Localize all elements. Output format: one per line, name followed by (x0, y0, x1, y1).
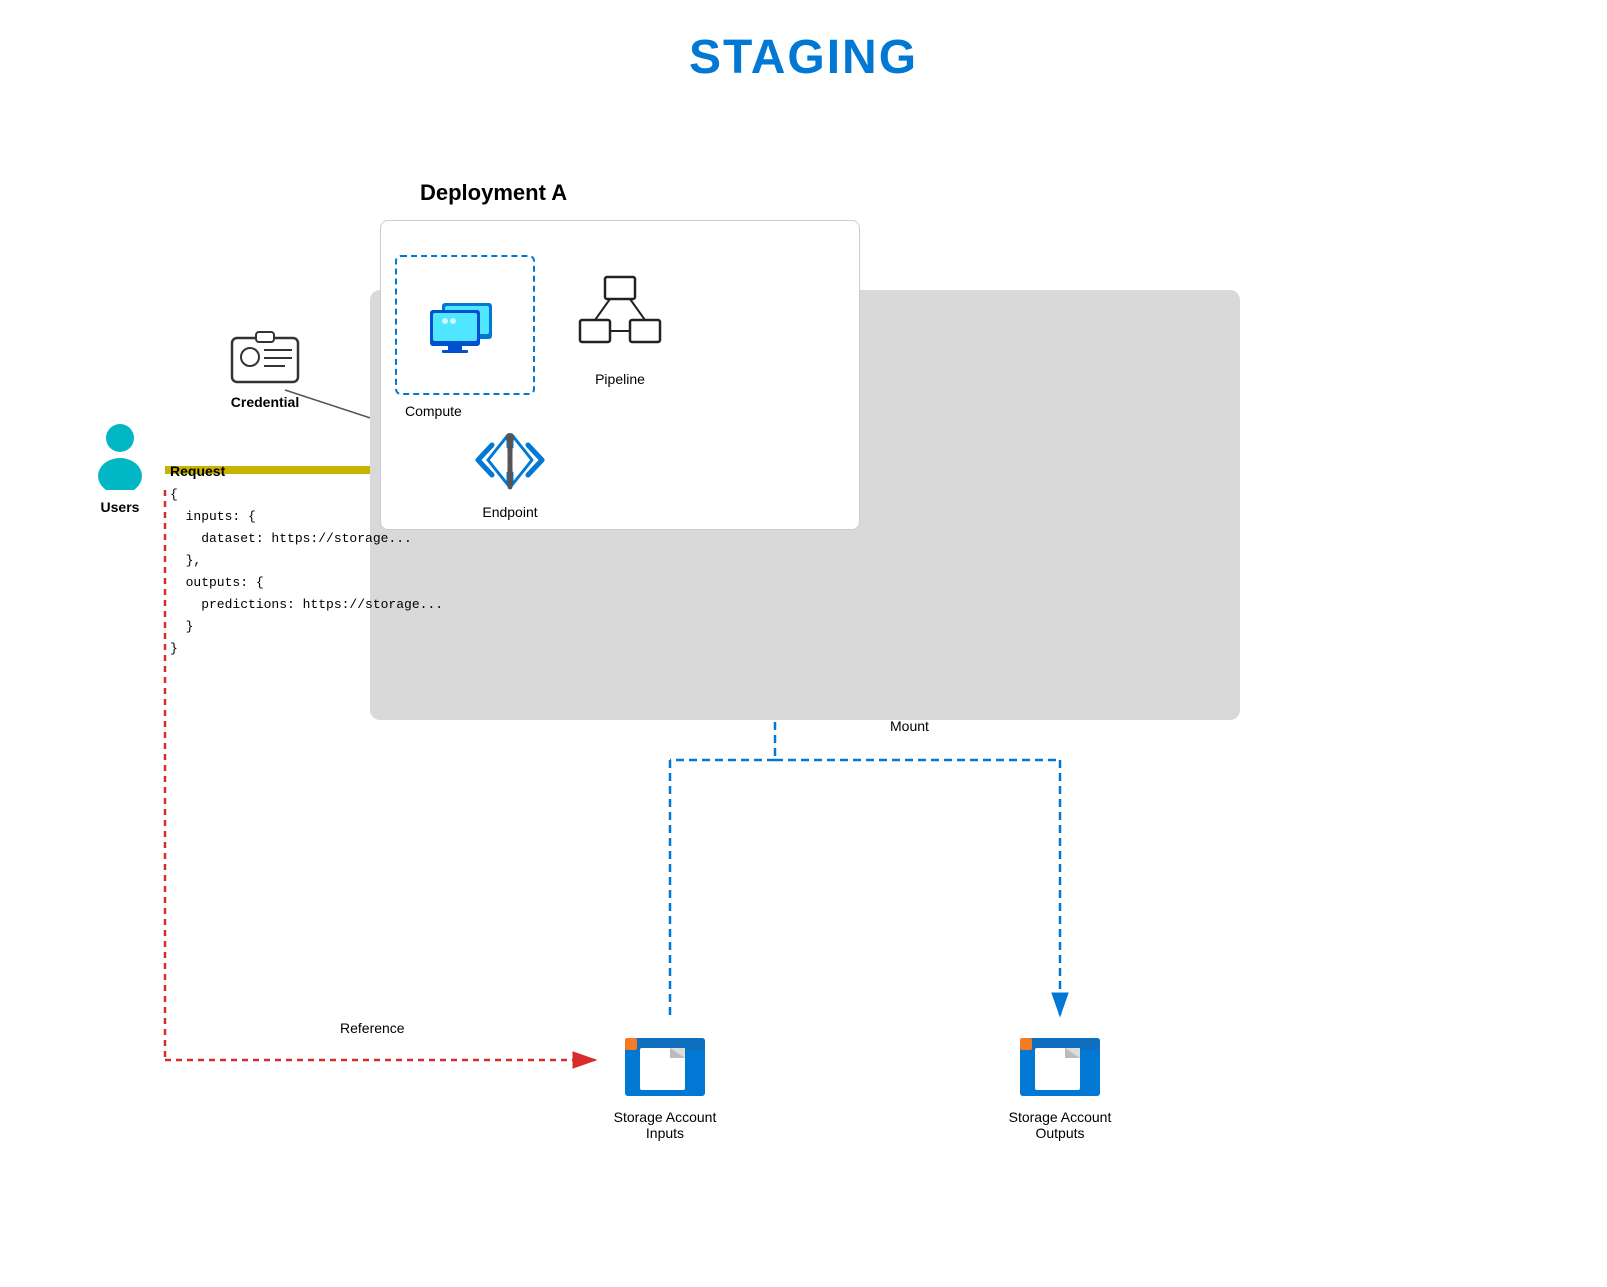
pipeline-label: Pipeline (570, 371, 670, 387)
users-icon: Users (80, 420, 160, 515)
page-title: STAGING (0, 0, 1607, 85)
request-body: { inputs: { dataset: https://storage... … (170, 484, 443, 661)
storage-outputs-label: Storage Account Outputs (990, 1109, 1130, 1141)
user-figure-svg (90, 420, 150, 490)
mount-label: Mount (890, 718, 929, 734)
storage-inputs-label: Storage Account Inputs (600, 1109, 730, 1141)
pipeline-svg (575, 275, 665, 360)
storage-outputs-svg (1015, 1020, 1105, 1100)
pipeline-icon: Pipeline (570, 275, 670, 387)
diagram-area: Deployment A Users Credential Reques (50, 160, 1550, 1260)
deployment-label: Deployment A (420, 180, 567, 206)
storage-inputs-svg (620, 1020, 710, 1100)
credential-icon: Credential (220, 330, 310, 410)
compute-label: Compute (405, 403, 462, 419)
request-label: Request (170, 460, 443, 484)
storage-outputs: Storage Account Outputs (990, 1020, 1130, 1141)
endpoint-svg (470, 425, 550, 495)
reference-label: Reference (340, 1020, 405, 1036)
storage-inputs: Storage Account Inputs (600, 1020, 730, 1141)
users-label: Users (80, 499, 160, 515)
credential-label: Credential (220, 394, 310, 410)
endpoint-icon: Endpoint (470, 425, 550, 520)
compute-svg (420, 288, 510, 363)
endpoint-label: Endpoint (470, 504, 550, 520)
compute-box (395, 255, 535, 395)
request-block: Request { inputs: { dataset: https://sto… (170, 460, 443, 661)
credential-card-svg (230, 330, 300, 385)
